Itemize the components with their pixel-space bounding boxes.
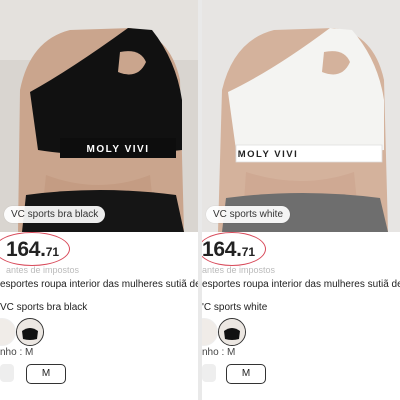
variant-thumb-selected[interactable] <box>218 318 246 346</box>
size-label: nho : M <box>202 347 236 358</box>
variant-thumb-selected[interactable] <box>16 318 44 346</box>
band-logo-text: MOLY VIVI <box>87 144 150 155</box>
tax-note: antes de impostos <box>6 265 80 275</box>
band-logo-text: MOLY VIVI <box>238 149 299 160</box>
size-label: nho : M <box>0 347 34 358</box>
image-caption: VC sports bra black <box>4 206 106 223</box>
tax-note: antes de impostos <box>202 265 276 275</box>
price-integer: 164. <box>202 238 242 261</box>
variant-thumb[interactable] <box>0 318 16 346</box>
image-caption: VC sports white <box>206 206 291 223</box>
product-title[interactable]: esportes roupa interior das mulheres sut… <box>0 279 198 290</box>
price-decimal: 71 <box>45 245 60 259</box>
price: 164.71 <box>6 238 59 262</box>
variant-label: 'C sports white <box>202 302 268 313</box>
variant-thumb[interactable] <box>202 318 218 346</box>
price-integer: 164. <box>6 238 46 261</box>
product-photo[interactable]: MOLY VIVI VC sports bra black <box>0 0 198 232</box>
product-card-white[interactable]: MOLY VIVI VC sports white 164.71 antes d… <box>202 0 400 400</box>
product-card-black[interactable]: MOLY VIVI VC sports bra black 164.71 ant… <box>0 0 198 400</box>
size-button-m[interactable]: M <box>26 364 66 384</box>
price-decimal: 71 <box>241 245 256 259</box>
product-photo[interactable]: MOLY VIVI VC sports white <box>202 0 400 232</box>
variant-label: VC sports bra black <box>0 302 88 313</box>
size-button-m[interactable]: M <box>226 364 266 384</box>
size-option[interactable] <box>0 364 14 382</box>
product-title[interactable]: esportes roupa interior das mulheres sut… <box>202 279 400 290</box>
size-option[interactable] <box>202 364 216 382</box>
price: 164.71 <box>202 238 255 262</box>
